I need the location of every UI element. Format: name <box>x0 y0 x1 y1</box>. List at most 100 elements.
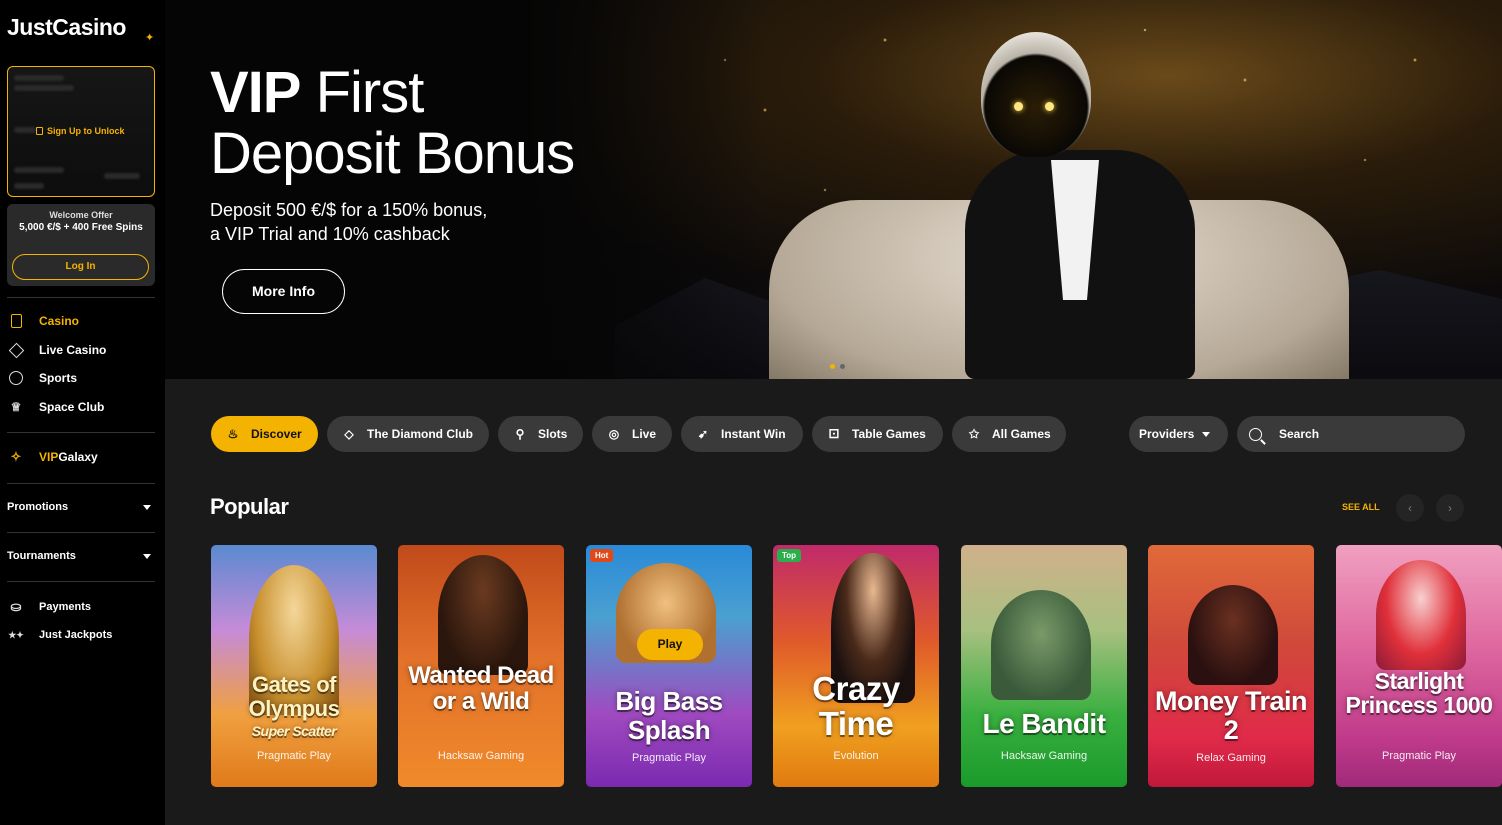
game-title: Gates of Olympus <box>248 672 340 721</box>
hero-title-line2: Deposit Bonus <box>210 121 575 186</box>
more-info-button[interactable]: More Info <box>222 269 345 314</box>
chevron-left-icon: ‹ <box>1408 501 1412 515</box>
divider <box>7 532 155 533</box>
nav-live-casino[interactable]: Live Casino <box>7 339 106 361</box>
blurred-text <box>104 173 140 179</box>
game-provider: Relax Gaming <box>1196 752 1266 764</box>
game-card[interactable]: Hot Play Big Bass Splash Pragmatic Play <box>586 545 752 787</box>
dice-icon: ⚀ <box>828 427 840 441</box>
chip-slots[interactable]: ⚲ Slots <box>498 416 583 452</box>
stars-icon: ✩ <box>968 427 980 441</box>
search-input[interactable]: Search <box>1237 416 1465 452</box>
divider <box>7 432 155 433</box>
casino-icon <box>7 312 25 330</box>
chip-label: The Diamond Club <box>367 427 473 441</box>
app-root: JustCasino ✦ Sign Up to Unlock Welcome O… <box>0 0 1502 825</box>
blurred-text <box>14 183 44 189</box>
tournaments-toggle[interactable]: Tournaments <box>7 550 155 562</box>
unlock-label: Sign Up to Unlock <box>47 126 125 136</box>
game-card[interactable]: Wanted Dead or a Wild Hacksaw Gaming <box>398 545 564 787</box>
game-art <box>438 555 528 675</box>
nav-label: Payments <box>39 601 91 613</box>
carousel-dot[interactable] <box>840 364 845 369</box>
chevron-right-icon: › <box>1448 501 1452 515</box>
chip-all-games[interactable]: ✩ All Games <box>952 416 1066 452</box>
game-art <box>1376 560 1466 670</box>
nav-just-jackpots[interactable]: ★✦ Just Jackpots <box>7 624 112 646</box>
divider <box>7 581 155 582</box>
hero-astronaut-eye <box>1045 102 1054 111</box>
chevron-down-icon <box>1202 431 1211 437</box>
vip-label-b: Galaxy <box>58 450 98 464</box>
game-provider: Pragmatic Play <box>1382 750 1456 762</box>
sports-ball-icon <box>7 369 25 387</box>
see-all-link[interactable]: SEE ALL <box>1342 502 1380 512</box>
chip-discover[interactable]: ♨ Discover <box>211 416 318 452</box>
nav-payments[interactable]: ⛀ Payments <box>7 596 91 618</box>
welcome-offer-title: Welcome Offer <box>49 210 113 220</box>
hero-title-rest: First <box>300 60 425 125</box>
promotions-toggle[interactable]: Promotions <box>7 501 155 513</box>
nav-label: Space Club <box>39 400 105 414</box>
game-title: Le Bandit <box>982 708 1106 739</box>
top-badge: Top <box>777 549 802 562</box>
divider <box>7 297 155 298</box>
game-card[interactable]: Top Crazy Time Evolution <box>773 545 939 787</box>
hero-subtitle-line2: a VIP Trial and 10% cashback <box>210 224 450 244</box>
blurred-text <box>14 167 64 173</box>
game-card[interactable]: Money Train 2 Relax Gaming <box>1148 545 1314 787</box>
chip-live[interactable]: ◎ Live <box>592 416 672 452</box>
chevron-down-icon <box>143 504 151 510</box>
next-arrow-button[interactable]: › <box>1436 494 1464 522</box>
game-provider: Hacksaw Gaming <box>437 750 525 762</box>
carousel-dot[interactable] <box>830 364 835 369</box>
providers-dropdown[interactable]: Providers <box>1129 416 1228 452</box>
tournaments-label: Tournaments <box>7 550 76 562</box>
nav-vip-galaxy[interactable]: ✧ VIP Galaxy <box>7 446 98 468</box>
nav-sports[interactable]: Sports <box>7 367 77 389</box>
nav-label: Live Casino <box>39 343 107 357</box>
stars-icon: ★✦ <box>8 629 24 640</box>
welcome-offer-text: 5,000 €/$ + 400 Free Spins <box>19 222 143 233</box>
section-title-popular: Popular <box>210 494 289 519</box>
game-provider: Pragmatic Play <box>632 752 706 764</box>
lock-icon <box>36 127 43 135</box>
nav-casino[interactable]: Casino <box>7 310 79 332</box>
hero-banner[interactable]: VIP First Deposit Bonus Deposit 500 €/$ … <box>165 0 1502 379</box>
chip-instant-win[interactable]: ➹ Instant Win <box>681 416 803 452</box>
game-card[interactable]: Gates of Olympus Super Scatter Pragmatic… <box>211 545 377 787</box>
chip-label: All Games <box>992 427 1051 441</box>
nav-space-club[interactable]: ♕ Space Club <box>7 396 105 418</box>
joystick-icon: ⚲ <box>515 427 525 441</box>
hero-astronaut-helmet <box>981 32 1091 157</box>
game-provider: Evolution <box>833 750 879 762</box>
login-button[interactable]: Log In <box>12 254 149 280</box>
hot-badge: Hot <box>590 549 614 562</box>
brand-logo[interactable]: JustCasino <box>7 14 126 41</box>
play-button[interactable]: Play <box>637 629 703 660</box>
chip-label: Discover <box>251 427 302 441</box>
logo-star-icon: ✦ <box>145 32 155 44</box>
flame-icon: ♨ <box>227 427 239 441</box>
locked-profile-card[interactable]: Sign Up to Unlock <box>7 66 155 197</box>
chip-label: Instant Win <box>721 427 786 441</box>
game-card[interactable]: Starlight Princess 1000 Pragmatic Play <box>1336 545 1502 787</box>
sign-up-to-unlock[interactable]: Sign Up to Unlock <box>36 126 125 136</box>
hero-subtitle-line1: Deposit 500 €/$ for a 150% bonus, <box>210 200 488 220</box>
diamond-icon <box>7 341 25 359</box>
chip-label: Table Games <box>852 427 926 441</box>
game-art <box>1188 585 1278 685</box>
promotions-label: Promotions <box>7 501 69 513</box>
game-card[interactable]: Le Bandit Hacksaw Gaming <box>961 545 1127 787</box>
chip-label: Slots <box>538 427 568 441</box>
crown-icon: ♕ <box>10 400 22 414</box>
chip-table-games[interactable]: ⚀ Table Games <box>812 416 943 452</box>
chip-diamond-club[interactable]: ◇ The Diamond Club <box>327 416 489 452</box>
nav-label: Just Jackpots <box>39 629 113 641</box>
blurred-text <box>14 85 74 91</box>
prev-arrow-button[interactable]: ‹ <box>1396 494 1424 522</box>
chip-token-icon: ◎ <box>608 427 620 441</box>
diamond-icon: ◇ <box>344 427 354 441</box>
game-title: Money Train 2 <box>1154 686 1308 745</box>
search-placeholder: Search <box>1279 427 1320 441</box>
